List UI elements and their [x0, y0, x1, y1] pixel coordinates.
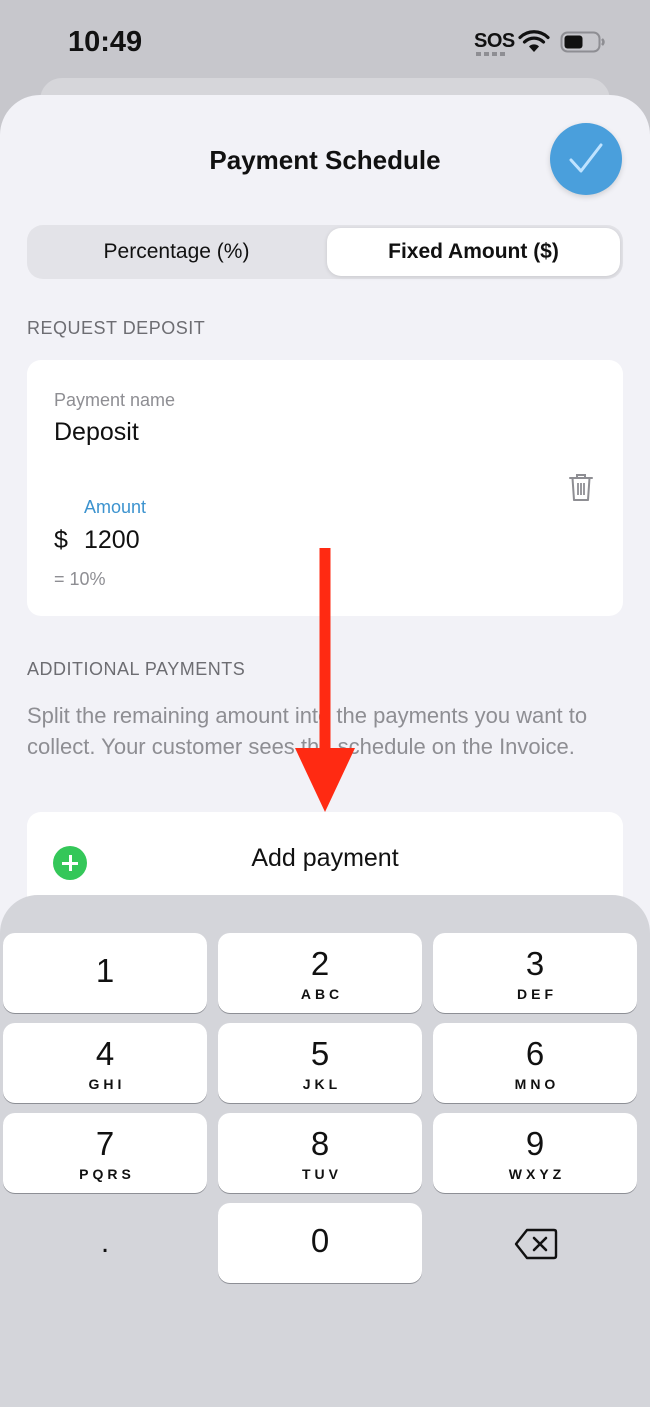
key-letters: MNO	[514, 1076, 560, 1092]
amount-percent-note: = 10%	[54, 569, 106, 589]
key-decimal[interactable]: .	[3, 1203, 207, 1283]
request-deposit-header: REQUEST DEPOSIT	[27, 318, 206, 338]
additional-payments-header: ADDITIONAL PAYMENTS	[27, 659, 246, 679]
payment-name-field[interactable]: Deposit	[54, 418, 139, 447]
add-payment-label: Add payment	[251, 844, 399, 872]
key-letters: TUV	[302, 1166, 342, 1182]
backspace-icon[interactable]	[514, 1228, 558, 1260]
currency-symbol: $	[54, 526, 68, 554]
key-digit: 1	[95, 952, 115, 989]
key-6[interactable]: 6 MNO	[433, 1023, 637, 1103]
key-3[interactable]: 3 DEF	[433, 933, 637, 1013]
key-digit: 9	[525, 1125, 545, 1162]
key-digit: 5	[310, 1035, 330, 1072]
payment-name-label: Payment name	[54, 390, 176, 410]
key-digit: 6	[525, 1035, 545, 1072]
amount-type-segmented-control: Percentage (%) Fixed Amount ($)	[27, 225, 623, 279]
key-1[interactable]: 1	[3, 933, 207, 1013]
key-8[interactable]: 8 TUV	[218, 1113, 422, 1193]
battery-icon	[560, 31, 605, 53]
sos-indicator: SOS	[474, 30, 515, 52]
key-5[interactable]: 5 JKL	[218, 1023, 422, 1103]
amount-label: Amount	[84, 497, 147, 517]
key-digit: 8	[310, 1125, 330, 1162]
wifi-icon	[518, 30, 550, 52]
key-4[interactable]: 4 GHI	[3, 1023, 207, 1103]
signal-dots-icon	[476, 52, 508, 56]
key-digit: 7	[95, 1125, 115, 1162]
status-time: 10:49	[68, 26, 143, 58]
key-letters: GHI	[88, 1076, 126, 1092]
key-letters: DEF	[517, 986, 557, 1002]
done-button[interactable]	[550, 123, 622, 195]
decimal-point: .	[100, 1226, 110, 1259]
key-digit: 2	[310, 945, 330, 982]
checkmark-icon	[569, 143, 603, 173]
segment-percentage[interactable]: Percentage (%)	[30, 228, 323, 276]
key-7[interactable]: 7 PQRS	[3, 1113, 207, 1193]
key-digit: 3	[525, 945, 545, 982]
amount-field[interactable]: 1200	[84, 526, 140, 555]
numeric-keypad: 1 2 ABC 3 DEF 4 GHI 5 JKL 6 MNO 7 PQRS 8…	[0, 895, 650, 1407]
key-digit: 4	[95, 1035, 115, 1072]
key-digit: 0	[310, 1222, 330, 1259]
key-letters: PQRS	[79, 1166, 135, 1182]
segment-fixed-amount[interactable]: Fixed Amount ($)	[327, 228, 620, 276]
red-arrow-annotation	[295, 548, 355, 812]
key-9[interactable]: 9 WXYZ	[433, 1113, 637, 1193]
status-bar: 10:49 SOS	[0, 0, 650, 86]
key-letters: ABC	[300, 986, 344, 1002]
key-letters: JKL	[302, 1076, 342, 1092]
key-0[interactable]: 0	[218, 1203, 422, 1283]
key-2[interactable]: 2 ABC	[218, 933, 422, 1013]
key-letters: WXYZ	[508, 1166, 566, 1182]
trash-icon[interactable]	[568, 472, 594, 502]
